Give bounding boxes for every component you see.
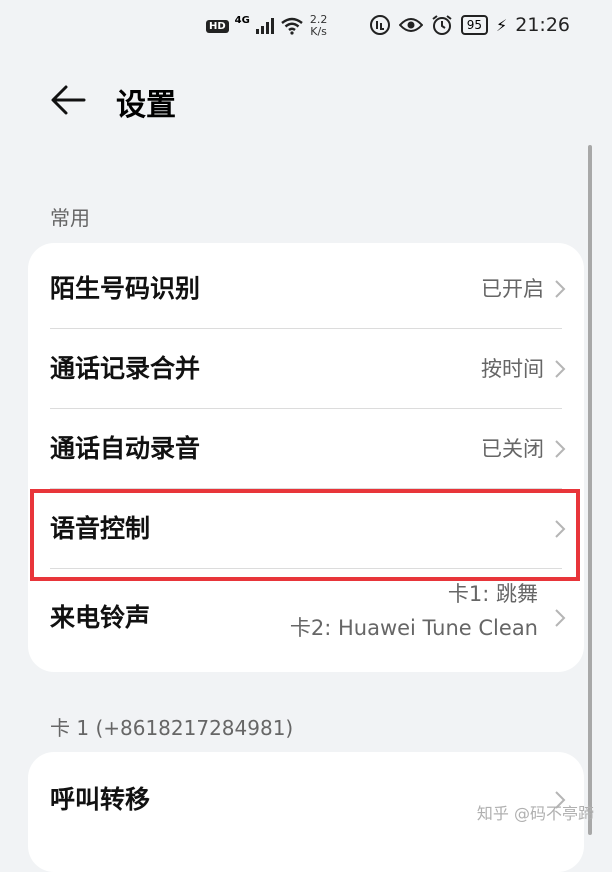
watermark: 知乎 @码不亭蹄 — [476, 804, 594, 823]
network-speed: 2.2 K/s — [309, 13, 328, 38]
row-label: 来电铃声 — [50, 603, 151, 632]
back-arrow-icon[interactable] — [48, 80, 88, 120]
status-bar: HD 4G 2.2 K/s 95 ⚡ 21:26 — [0, 0, 612, 56]
row-value: 按时间 — [481, 357, 544, 381]
row-label: 通话自动录音 — [50, 434, 201, 463]
chevron-right-icon — [555, 360, 566, 378]
row-ringtone[interactable]: 来电铃声 卡1: 跳舞 卡2: Huawei Tune Clean — [28, 569, 584, 667]
chevron-right-icon — [555, 609, 566, 627]
status-right: 95 ⚡ 21:26 — [369, 14, 570, 36]
row-value: 已开启 — [481, 277, 544, 301]
signal-icon — [255, 18, 274, 34]
ringtone-values: 卡1: 跳舞 卡2: Huawei Tune Clean — [290, 577, 538, 645]
hd-badge: HD — [206, 19, 229, 33]
charging-icon: ⚡ — [496, 15, 508, 35]
eye-comfort-icon — [398, 18, 423, 32]
chevron-right-icon — [555, 520, 566, 538]
do-not-disturb-icon — [369, 15, 390, 35]
battery-indicator: 95 — [460, 15, 488, 35]
ringtone-sim2: 卡2: Huawei Tune Clean — [289, 616, 538, 640]
signal-label: 4G — [234, 14, 250, 26]
row-unknown-number-identification[interactable]: 陌生号码识别 已开启 — [28, 249, 584, 329]
alarm-icon — [432, 15, 452, 35]
section-label-sim1: 卡 1 (+8618217284981) — [50, 716, 294, 740]
wifi-icon — [281, 17, 303, 35]
page-title: 设置 — [116, 88, 176, 123]
row-label: 呼叫转移 — [50, 785, 151, 814]
row-label: 语音控制 — [50, 514, 151, 543]
clock: 21:26 — [515, 14, 570, 36]
row-label: 陌生号码识别 — [50, 274, 201, 303]
row-call-log-merge[interactable]: 通话记录合并 按时间 — [28, 329, 584, 409]
row-voice-control[interactable]: 语音控制 — [28, 489, 584, 569]
chevron-right-icon — [555, 280, 566, 298]
row-value: 已关闭 — [481, 437, 544, 461]
section-label-general: 常用 — [50, 206, 90, 230]
ringtone-sim1: 卡1: 跳舞 — [447, 582, 538, 606]
settings-card-general: 陌生号码识别 已开启 通话记录合并 按时间 通话自动录音 已关闭 语音控制 来电… — [28, 243, 584, 672]
row-auto-call-recording[interactable]: 通话自动录音 已关闭 — [28, 409, 584, 489]
row-label: 通话记录合并 — [50, 354, 201, 383]
status-left: HD 4G 2.2 K/s — [206, 14, 327, 38]
chevron-right-icon — [555, 440, 566, 458]
scrollbar[interactable] — [588, 145, 592, 835]
